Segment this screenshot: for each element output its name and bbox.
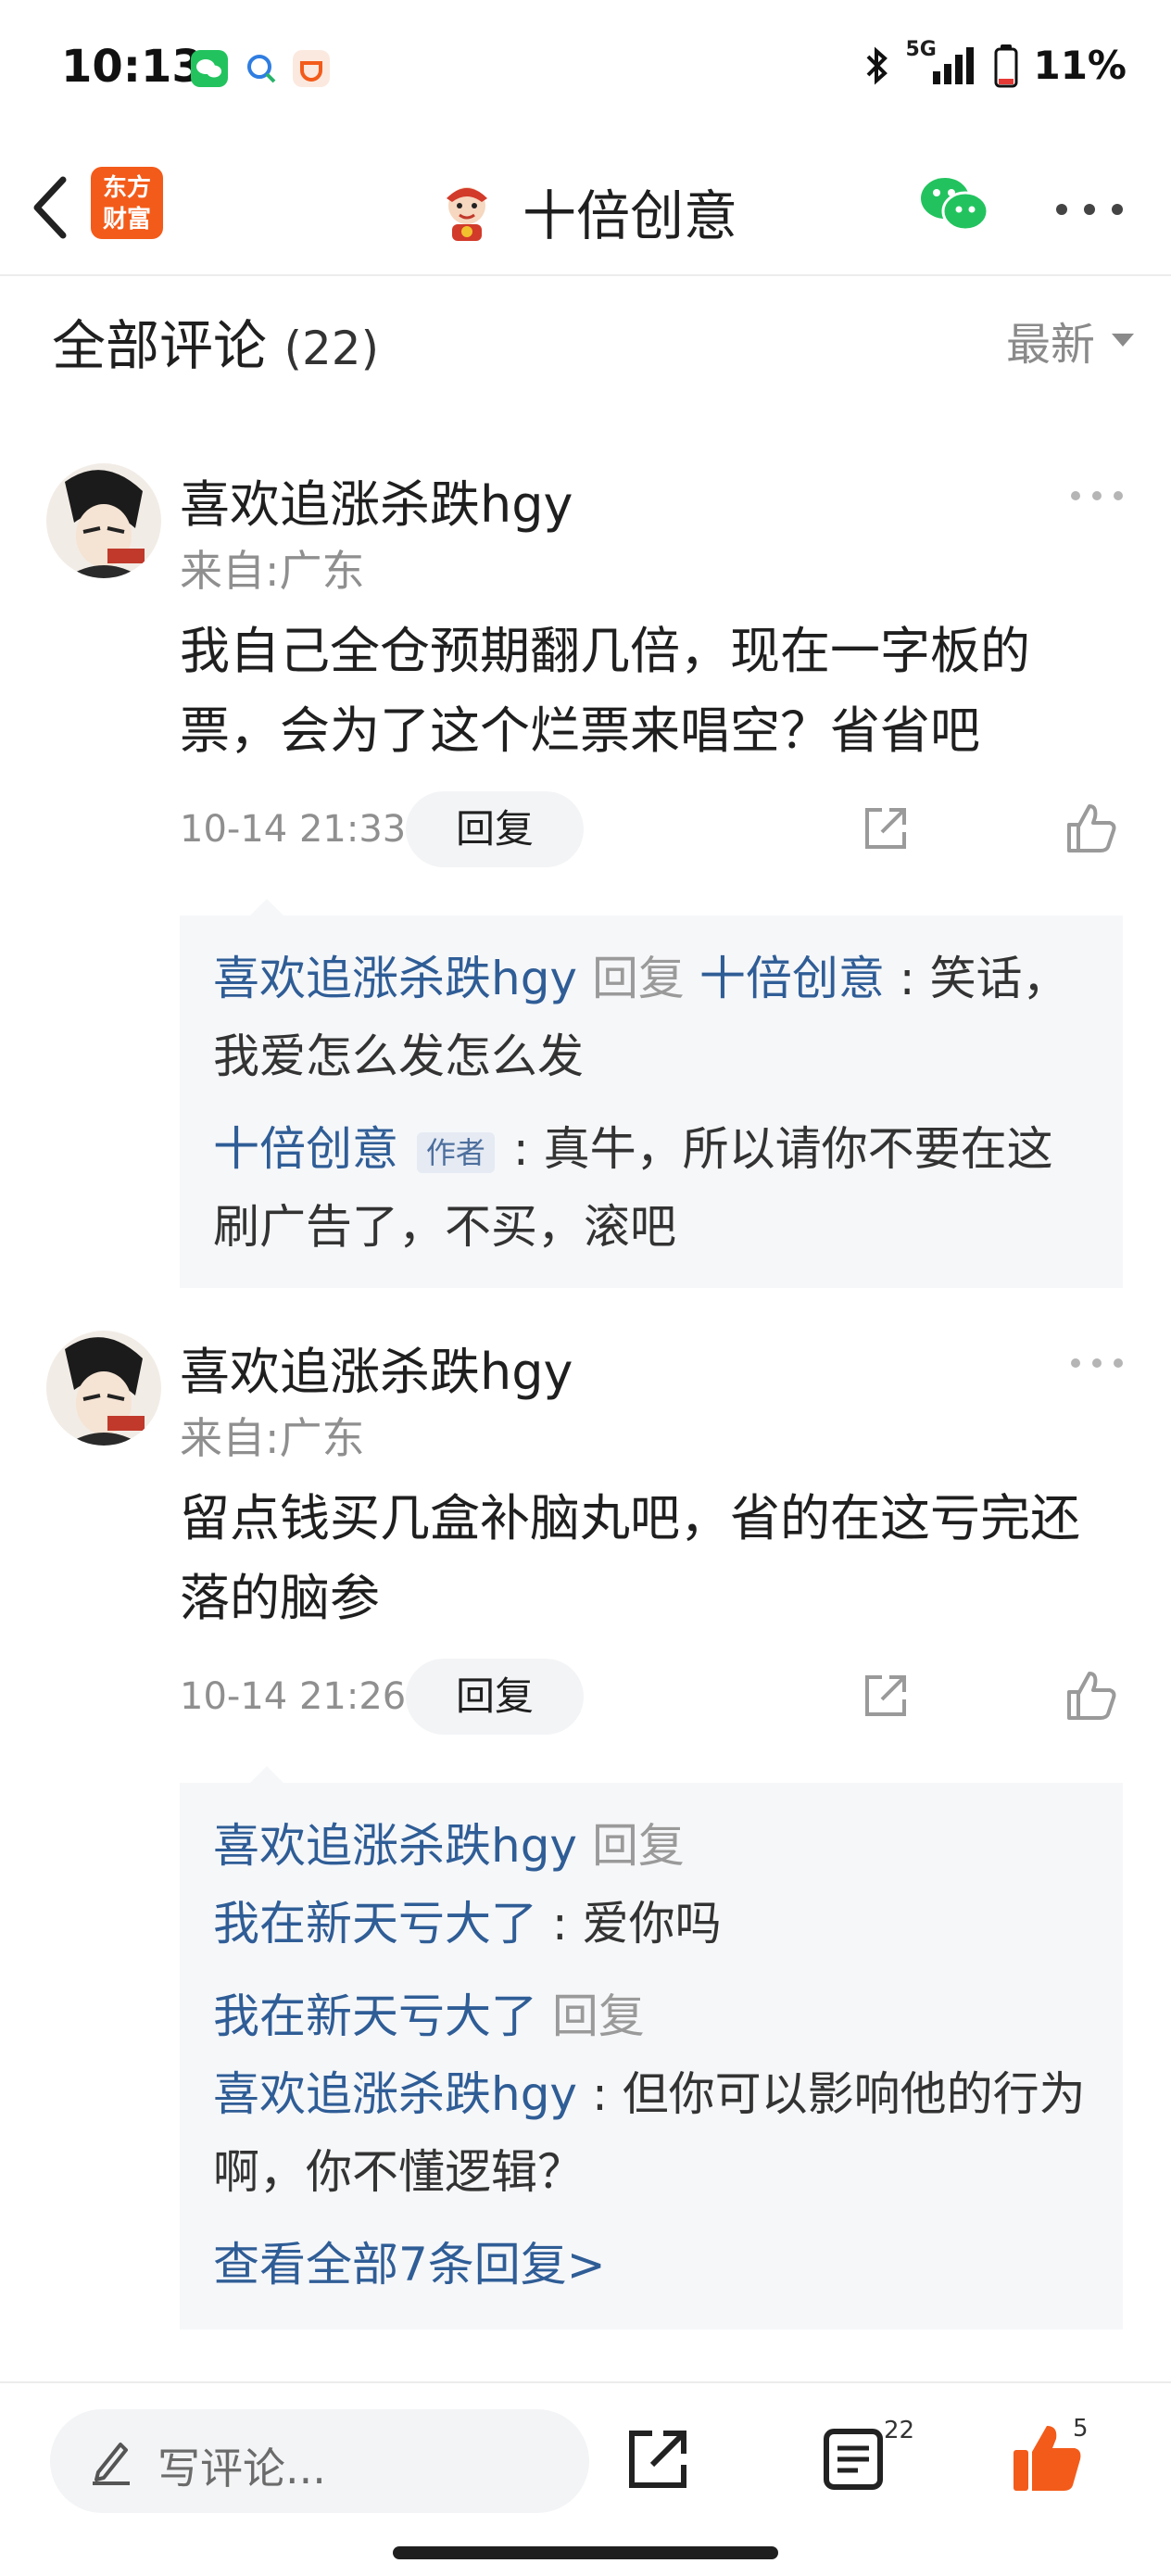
comments-title: 全部评论 [52, 314, 268, 377]
reply-verb: 回复 [551, 1989, 645, 2043]
comment-input[interactable]: 写评论... [50, 2409, 589, 2513]
view-all-replies-link[interactable]: 查看全部7条回复> [213, 2226, 1091, 2326]
share-icon[interactable] [862, 804, 910, 852]
reply-author[interactable]: 喜欢追涨杀跌hgy [213, 1819, 577, 1873]
share-icon[interactable] [862, 1672, 910, 1720]
like-count: 5 [1073, 2415, 1089, 2443]
reply-item: 我在新天亏大了 回复 喜欢追涨杀跌hgy : 但你可以影响他的行为啊，你不懂逻辑… [213, 1977, 1091, 2211]
comments-header: 全部评论 (22) [52, 302, 379, 380]
reply-target[interactable]: 我在新天亏大了 [213, 1897, 537, 1951]
bottom-bar: 写评论... 22 5 [0, 2381, 1171, 2576]
comment-username[interactable]: 喜欢追涨杀跌hgy [180, 1331, 573, 1404]
comments-list-icon[interactable] [821, 2426, 886, 2493]
sort-dropdown[interactable]: 最新 [1006, 308, 1134, 373]
reply-thread: 喜欢追涨杀跌hgy 回复 十倍创意 : 笑话，我爱怎么发怎么发 十倍创意 作者 … [180, 899, 1123, 1288]
user-avatar[interactable] [46, 463, 161, 578]
more-options-icon[interactable] [1056, 204, 1123, 215]
orange-app-icon [293, 50, 330, 87]
reply-button[interactable]: 回复 [406, 1659, 584, 1735]
comment-item: 喜欢追涨杀跌hgy 来自:广东 留点钱买几盒补脑丸吧，省的在这亏完还落的脑参 1… [0, 1331, 1171, 2350]
comment-placeholder: 写评论... [157, 2443, 326, 2494]
status-bar: 10:13 5G 11% [0, 0, 1171, 139]
author-badge: 作者 [416, 1131, 495, 1173]
reply-verb: 回复 [591, 952, 685, 1005]
reply-item: 十倍创意 作者 : 真牛，所以请你不要在这刷广告了，不买，滚吧 [213, 1110, 1091, 1266]
comment-text: 我自己全仓预期翻几倍，现在一字板的票，会为了这个烂票来唱空？省省吧 [180, 622, 1030, 760]
comment-item: 喜欢追涨杀跌hgy 来自:广东 我自己全仓预期翻几倍，现在一字板的票，会为了这个… [0, 463, 1171, 1297]
reply-author[interactable]: 喜欢追涨杀跌hgy [213, 952, 577, 1005]
comment-more-icon[interactable] [1071, 491, 1123, 500]
home-indicator[interactable] [393, 2546, 778, 2559]
author-avatar-icon[interactable] [434, 178, 500, 245]
caret-down-icon [1112, 334, 1134, 347]
wechat-icon [191, 50, 228, 87]
reply-target[interactable]: 喜欢追涨杀跌hgy [213, 2067, 577, 2121]
thumbs-up-icon[interactable] [1065, 802, 1117, 854]
comment-count: 22 [884, 2417, 915, 2444]
reply-item: 喜欢追涨杀跌hgy 回复 我在新天亏大了 : 爱你吗 [213, 1807, 1091, 1963]
reply-target[interactable]: 十倍创意 [699, 952, 885, 1005]
reply-author[interactable]: 十倍创意 [213, 1122, 398, 1176]
reply-button[interactable]: 回复 [406, 791, 584, 867]
comment-time: 10-14 21:26 [180, 1675, 407, 1718]
pencil-icon [93, 2443, 130, 2485]
reply-author[interactable]: 我在新天亏大了 [213, 1989, 537, 2043]
comment-time: 10-14 21:33 [180, 808, 407, 851]
comment-text: 留点钱买几盒补脑丸吧，省的在这亏完还落的脑参 [180, 1489, 1080, 1627]
wechat-share-icon[interactable] [917, 172, 991, 237]
comments-count: (22) [283, 322, 380, 375]
comment-location: 来自:广东 [180, 546, 365, 596]
comment-location: 来自:广东 [180, 1413, 365, 1463]
signal-icon: 5G [905, 38, 979, 88]
share-icon[interactable] [624, 2426, 691, 2493]
page-title: 十倍创意 [522, 184, 737, 247]
comment-username[interactable]: 喜欢追涨杀跌hgy [180, 463, 573, 537]
battery-icon [994, 44, 1018, 87]
bluetooth-icon [867, 46, 888, 84]
comment-more-icon[interactable] [1071, 1358, 1123, 1368]
user-avatar[interactable] [46, 1331, 161, 1446]
reply-verb: 回复 [591, 1819, 685, 1873]
status-time: 10:13 [61, 41, 203, 93]
search-app-icon [243, 50, 280, 87]
thumbs-up-icon[interactable] [1065, 1670, 1117, 1722]
reply-text: : 爱你吗 [551, 1897, 722, 1951]
reply-item: 喜欢追涨杀跌hgy 回复 十倍创意 : 笑话，我爱怎么发怎么发 [213, 940, 1091, 1095]
sort-label: 最新 [1005, 319, 1095, 371]
reply-thread: 喜欢追涨杀跌hgy 回复 我在新天亏大了 : 爱你吗 我在新天亏大了 回复 喜欢… [180, 1766, 1123, 2330]
battery-level: 11% [1033, 43, 1127, 88]
nav-bar: 东方 财富 十倍创意 [0, 139, 1171, 276]
